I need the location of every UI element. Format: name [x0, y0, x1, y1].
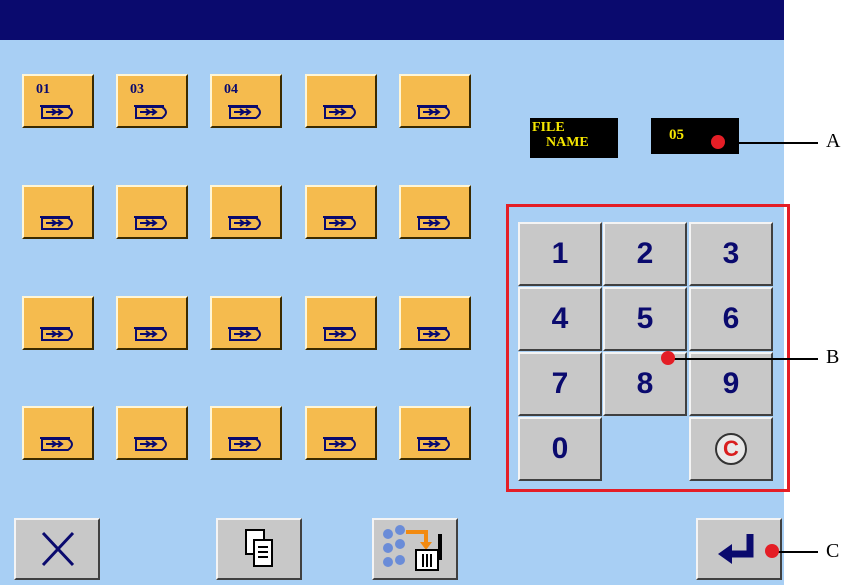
- cancel-button[interactable]: [14, 518, 100, 580]
- close-icon: [41, 531, 75, 567]
- file-tile-number: 03: [130, 82, 144, 97]
- file-tile[interactable]: [305, 74, 377, 128]
- file-tile[interactable]: [22, 296, 94, 350]
- file-arrow-icon: [40, 327, 73, 341]
- callout-label-a: A: [826, 130, 841, 152]
- file-arrow-icon: [40, 216, 73, 230]
- file-tile[interactable]: [22, 185, 94, 239]
- file-tile[interactable]: [399, 406, 471, 460]
- file-arrow-icon: [417, 105, 450, 119]
- file-tile[interactable]: [305, 185, 377, 239]
- file-tile[interactable]: 04: [210, 74, 282, 128]
- file-tile[interactable]: [305, 406, 377, 460]
- file-arrow-icon: [417, 216, 450, 230]
- file-name-label: FILE NAME: [530, 118, 618, 158]
- file-tile[interactable]: [210, 296, 282, 350]
- callout-line-a: [718, 142, 818, 144]
- keypad-key-5[interactable]: 5: [603, 287, 687, 351]
- keypad-key-1[interactable]: 1: [518, 222, 602, 286]
- file-arrow-icon: [134, 216, 167, 230]
- file-tile[interactable]: [116, 185, 188, 239]
- keypad-key-7[interactable]: 7: [518, 352, 602, 416]
- file-arrow-icon: [417, 437, 450, 451]
- delete-file-button[interactable]: [372, 518, 458, 580]
- file-tile[interactable]: [399, 185, 471, 239]
- keypad-key-4[interactable]: 4: [518, 287, 602, 351]
- callout-dot-c: [765, 544, 779, 558]
- file-arrow-icon: [417, 327, 450, 341]
- file-arrow-icon: [323, 437, 356, 451]
- file-arrow-icon: [228, 105, 261, 119]
- callout-label-c: C: [826, 540, 840, 562]
- file-arrow-icon: [323, 105, 356, 119]
- keypad-key-9[interactable]: 9: [689, 352, 773, 416]
- file-arrow-icon: [228, 216, 261, 230]
- file-arrow-icon: [134, 327, 167, 341]
- file-arrow-icon: [134, 437, 167, 451]
- keypad-key-6[interactable]: 6: [689, 287, 773, 351]
- file-tile[interactable]: [22, 406, 94, 460]
- delete-file-icon: [383, 525, 442, 571]
- keypad-key-3[interactable]: 3: [689, 222, 773, 286]
- panel-screen: 01 03 04 FILE NAME 05 123 456 789 0 C: [0, 0, 790, 585]
- file-tile[interactable]: [210, 185, 282, 239]
- callout-line-b: [668, 358, 818, 360]
- file-arrow-icon: [323, 216, 356, 230]
- callout-dot-b: [661, 351, 675, 365]
- keypad-clear-button[interactable]: C: [689, 417, 773, 481]
- file-tile[interactable]: 01: [22, 74, 94, 128]
- callout-dot-a: [711, 135, 725, 149]
- file-arrow-icon: [323, 327, 356, 341]
- file-arrow-icon: [40, 105, 73, 119]
- copy-icon: [245, 529, 273, 567]
- copy-button[interactable]: [216, 518, 302, 580]
- file-tile[interactable]: [399, 74, 471, 128]
- file-arrow-icon: [228, 327, 261, 341]
- keypad-key-8[interactable]: 8: [603, 352, 687, 416]
- file-tile[interactable]: 03: [116, 74, 188, 128]
- file-tile[interactable]: [116, 406, 188, 460]
- callout-label-b: B: [826, 346, 840, 368]
- clear-icon: C: [715, 433, 747, 465]
- file-tile[interactable]: [305, 296, 377, 350]
- file-arrow-icon: [228, 437, 261, 451]
- file-tile[interactable]: [399, 296, 471, 350]
- keypad-key-0[interactable]: 0: [518, 417, 602, 481]
- file-arrow-icon: [134, 105, 167, 119]
- file-tile[interactable]: [210, 406, 282, 460]
- file-name-value[interactable]: 05: [651, 118, 739, 154]
- file-name-label-line1: FILE: [532, 120, 565, 135]
- file-arrow-icon: [40, 437, 73, 451]
- file-tile[interactable]: [116, 296, 188, 350]
- title-bar: [0, 0, 784, 40]
- file-tile-number: 01: [36, 82, 50, 97]
- file-tile-number: 04: [224, 82, 238, 97]
- file-name-label-line2: NAME: [546, 135, 589, 150]
- keypad-key-2[interactable]: 2: [603, 222, 687, 286]
